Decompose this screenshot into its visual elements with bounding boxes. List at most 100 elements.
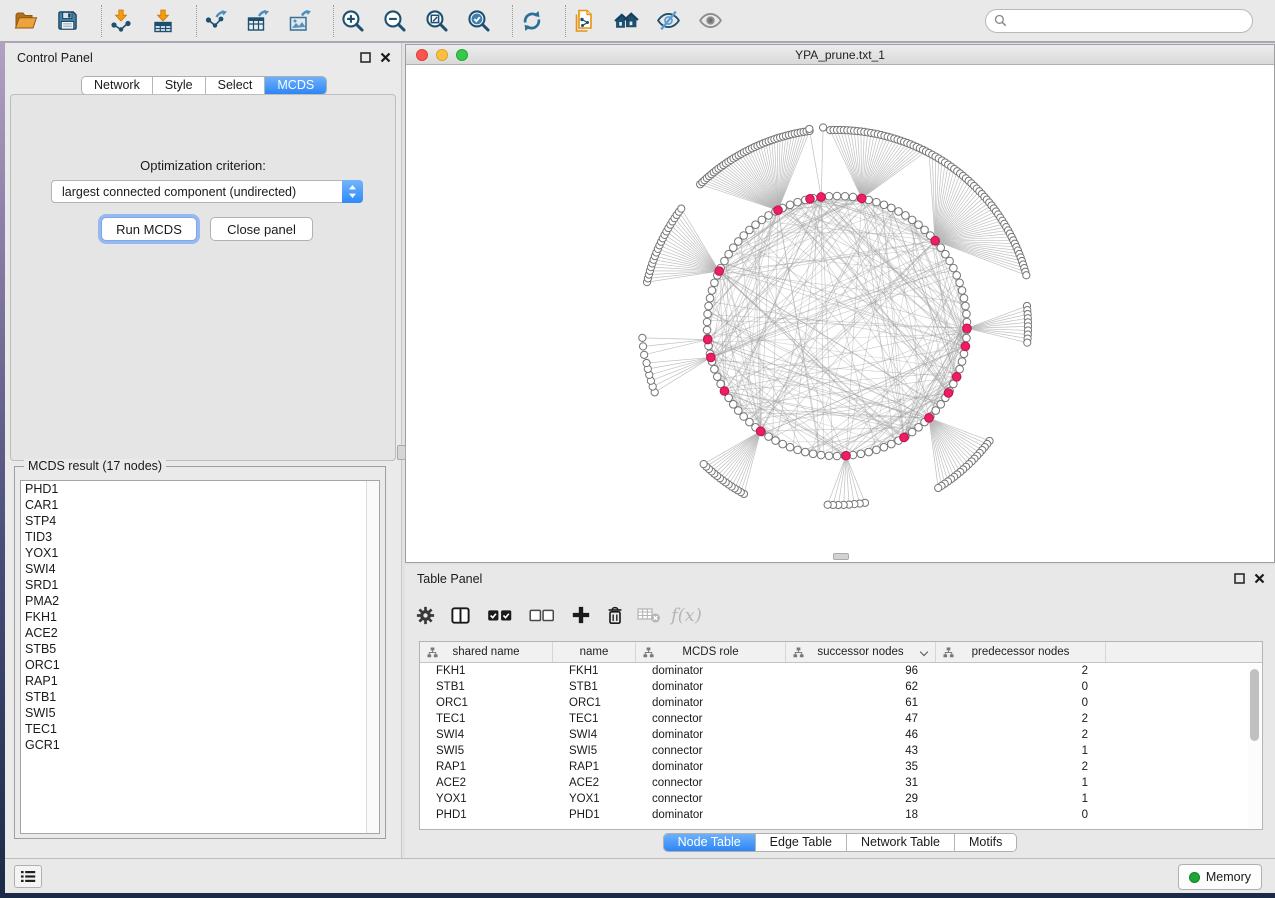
import-table-icon[interactable] [149, 6, 176, 36]
show-columns-icon[interactable] [450, 600, 471, 630]
cell-successor-nodes[interactable]: 43 [786, 743, 936, 759]
tab-network[interactable]: Network [82, 77, 153, 94]
mcds-result-item[interactable]: TID3 [21, 529, 379, 545]
tab-style[interactable]: Style [153, 77, 206, 94]
cell-name[interactable]: ORC1 [553, 695, 636, 711]
cell-name[interactable]: YOX1 [553, 791, 636, 807]
table-row[interactable]: PHD1PHD1dominator180 [420, 807, 1262, 823]
float-panel-icon[interactable] [360, 52, 371, 66]
cell-predecessor-nodes[interactable]: 2 [936, 663, 1106, 679]
cell-shared-name[interactable]: ACE2 [420, 775, 553, 791]
table-row[interactable]: TEC1TEC1connector472 [420, 711, 1262, 727]
cell-name[interactable]: SWI5 [553, 743, 636, 759]
cell-successor-nodes[interactable]: 47 [786, 711, 936, 727]
mcds-result-item[interactable]: ACE2 [21, 625, 379, 641]
cell-shared-name[interactable]: STB1 [420, 679, 553, 695]
cell-name[interactable]: STB1 [553, 679, 636, 695]
mcds-result-item[interactable]: SWI4 [21, 561, 379, 577]
cell-MCDS-role[interactable]: dominator [636, 727, 786, 743]
cell-name[interactable]: PHD1 [553, 807, 636, 823]
mcds-result-item[interactable]: FKH1 [21, 609, 379, 625]
zoom-in-icon[interactable] [339, 6, 366, 36]
hide-selected-icon[interactable] [655, 6, 682, 36]
tab-edge-table[interactable]: Edge Table [756, 834, 847, 851]
cell-shared-name[interactable]: SWI4 [420, 727, 553, 743]
zoom-out-icon[interactable] [381, 6, 408, 36]
cell-name[interactable]: FKH1 [553, 663, 636, 679]
table-row[interactable]: YOX1YOX1connector291 [420, 791, 1262, 807]
table-scrollbar[interactable] [1248, 664, 1261, 828]
houses-icon[interactable] [613, 6, 640, 36]
cell-successor-nodes[interactable]: 18 [786, 807, 936, 823]
mcds-result-item[interactable]: TEC1 [21, 721, 379, 737]
cell-shared-name[interactable]: PHD1 [420, 807, 553, 823]
cell-predecessor-nodes[interactable]: 2 [936, 727, 1106, 743]
tab-node-table[interactable]: Node Table [664, 834, 756, 851]
mcds-result-list[interactable]: PHD1CAR1STP4TID3YOX1SWI4SRD1PMA2FKH1ACE2… [20, 480, 380, 834]
table-scrollbar-thumb[interactable] [1250, 669, 1259, 741]
tab-select[interactable]: Select [206, 77, 266, 94]
cell-predecessor-nodes[interactable]: 0 [936, 807, 1106, 823]
mcds-result-item[interactable]: SRD1 [21, 577, 379, 593]
mcds-result-item[interactable]: PMA2 [21, 593, 379, 609]
export-table-icon[interactable] [244, 6, 271, 36]
apply-layout-icon[interactable] [518, 6, 545, 36]
select-all-icon[interactable] [487, 600, 513, 630]
cell-shared-name[interactable]: TEC1 [420, 711, 553, 727]
cell-successor-nodes[interactable]: 35 [786, 759, 936, 775]
mcds-result-item[interactable]: RAP1 [21, 673, 379, 689]
mcds-result-item[interactable]: CAR1 [21, 497, 379, 513]
cell-shared-name[interactable]: FKH1 [420, 663, 553, 679]
zoom-selected-icon[interactable] [465, 6, 492, 36]
cell-name[interactable]: ACE2 [553, 775, 636, 791]
cell-MCDS-role[interactable]: dominator [636, 695, 786, 711]
cell-predecessor-nodes[interactable]: 2 [936, 759, 1106, 775]
cell-predecessor-nodes[interactable]: 1 [936, 743, 1106, 759]
cell-predecessor-nodes[interactable]: 0 [936, 695, 1106, 711]
search-input[interactable] [985, 9, 1253, 33]
network-view[interactable] [406, 65, 1274, 562]
table-row[interactable]: ORC1ORC1dominator610 [420, 695, 1262, 711]
mcds-result-item[interactable]: PHD1 [21, 481, 379, 497]
save-session-icon[interactable] [54, 6, 81, 36]
column-header-successor-nodes[interactable]: successor nodes [786, 642, 936, 662]
cell-MCDS-role[interactable]: dominator [636, 807, 786, 823]
deselect-all-icon[interactable] [529, 600, 555, 630]
mcds-result-item[interactable]: GCR1 [21, 737, 379, 753]
criterion-dropdown[interactable]: largest connected component (undirected) [51, 180, 363, 203]
cell-MCDS-role[interactable]: dominator [636, 759, 786, 775]
run-mcds-button[interactable]: Run MCDS [101, 217, 197, 241]
mcds-list-scrollbar[interactable] [366, 481, 379, 833]
cell-name[interactable]: SWI4 [553, 727, 636, 743]
horizontal-splitter-handle[interactable] [833, 553, 849, 560]
import-network-icon[interactable] [107, 6, 134, 36]
table-row[interactable]: SWI4SWI4dominator462 [420, 727, 1262, 743]
open-file-icon[interactable] [12, 6, 39, 36]
mcds-result-item[interactable]: STP4 [21, 513, 379, 529]
cell-name[interactable]: RAP1 [553, 759, 636, 775]
cell-predecessor-nodes[interactable]: 2 [936, 711, 1106, 727]
vertical-splitter-handle[interactable] [397, 445, 406, 460]
cell-successor-nodes[interactable]: 29 [786, 791, 936, 807]
mcds-result-item[interactable]: STB1 [21, 689, 379, 705]
mcds-result-item[interactable]: SWI5 [21, 705, 379, 721]
column-header-predecessor-nodes[interactable]: predecessor nodes [936, 642, 1106, 662]
cell-predecessor-nodes[interactable]: 0 [936, 679, 1106, 695]
cell-MCDS-role[interactable]: dominator [636, 663, 786, 679]
tab-network-table[interactable]: Network Table [847, 834, 955, 851]
zoom-fit-icon[interactable] [423, 6, 450, 36]
tab-motifs[interactable]: Motifs [955, 834, 1016, 851]
table-row[interactable]: RAP1RAP1dominator352 [420, 759, 1262, 775]
cell-predecessor-nodes[interactable]: 1 [936, 775, 1106, 791]
mcds-result-item[interactable]: STB5 [21, 641, 379, 657]
cell-MCDS-role[interactable]: connector [636, 775, 786, 791]
close-panel-button[interactable]: Close panel [210, 217, 313, 241]
memory-button[interactable]: Memory [1178, 864, 1262, 890]
export-network-icon[interactable] [202, 6, 229, 36]
export-web-icon[interactable] [571, 6, 598, 36]
cell-MCDS-role[interactable]: connector [636, 743, 786, 759]
close-panel-icon[interactable] [380, 52, 391, 66]
export-image-icon[interactable] [286, 6, 313, 36]
cell-MCDS-role[interactable]: connector [636, 711, 786, 727]
cell-successor-nodes[interactable]: 62 [786, 679, 936, 695]
